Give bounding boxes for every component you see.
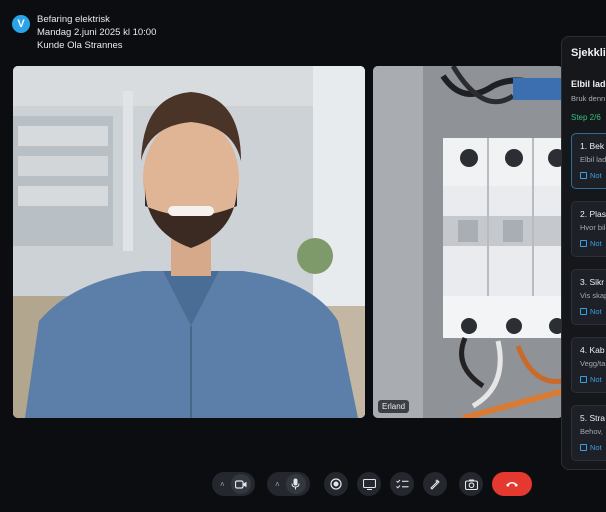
phone-hangup-icon: [506, 482, 518, 487]
note-label: Not: [590, 307, 602, 316]
note-icon: [580, 240, 587, 247]
app-logo: V: [12, 15, 30, 33]
checklist-item-desc: Vis skap: [580, 291, 606, 300]
meeting-datetime: Mandag 2.juni 2025 kl 10:00: [37, 27, 157, 38]
checklist-section-desc: Bruk denn: [571, 94, 606, 103]
screen-share-icon: [362, 478, 376, 490]
note-icon: [580, 308, 587, 315]
checklist-step-indicator: Step 2/6: [571, 113, 601, 122]
add-note-link[interactable]: Not: [580, 443, 606, 452]
record-button[interactable]: [324, 472, 348, 496]
meeting-header: V Befaring elektrisk Mandag 2.juni 2025 …: [12, 14, 156, 51]
checklist-item-desc: Vegg/ta: [580, 359, 606, 368]
add-note-link[interactable]: Not: [580, 307, 606, 316]
checklist-item[interactable]: 4. Kab Vegg/ta Not: [571, 337, 606, 393]
checklist-button[interactable]: [390, 472, 414, 496]
annotate-button[interactable]: [423, 472, 447, 496]
checklist-item-title: 3. Sikr: [580, 277, 605, 287]
snapshot-icon: [464, 479, 478, 490]
video-tile-customer[interactable]: [13, 66, 365, 418]
checklist-item-title: 2. Plas: [580, 209, 606, 219]
participant-video: [373, 66, 563, 418]
participant-name-tag: Erland: [378, 400, 410, 413]
note-label: Not: [590, 239, 602, 248]
checklist-item-desc: Elbil lad: [580, 155, 606, 164]
checklist-item-title: 5. Stra: [580, 413, 606, 423]
microphone-options-chevron-icon[interactable]: ˄: [275, 480, 280, 489]
checklist-item[interactable]: 5. Stra Behov, Not: [571, 405, 606, 461]
note-label: Not: [590, 171, 602, 180]
add-note-link[interactable]: Not: [580, 375, 606, 384]
annotate-icon: [430, 479, 440, 490]
checklist-item[interactable]: 3. Sikr Vis skap Not: [571, 269, 606, 325]
participant-video: [13, 66, 365, 418]
meeting-info: Befaring elektrisk Mandag 2.juni 2025 kl…: [37, 14, 156, 51]
camera-options-chevron-icon[interactable]: ˄: [220, 480, 225, 489]
checklist-title: Sjekklis: [571, 47, 606, 59]
note-icon: [580, 376, 587, 383]
microphone-toggle-button[interactable]: [285, 474, 306, 494]
camera-toggle-button[interactable]: [230, 474, 251, 494]
microphone-control: ˄: [267, 472, 310, 496]
note-icon: [580, 444, 587, 451]
note-label: Not: [590, 443, 602, 452]
meeting-title: Befaring elektrisk: [37, 14, 110, 25]
checklist-item[interactable]: 2. Plas Hvor bil Not: [571, 201, 606, 257]
add-note-link[interactable]: Not: [580, 239, 606, 248]
checklist-item[interactable]: 1. Bek Elbil lad Not: [571, 133, 606, 189]
screen-share-button[interactable]: [357, 472, 381, 496]
checklist-item-desc: Hvor bil: [580, 223, 606, 232]
checklist-item-title: 1. Bek: [580, 141, 605, 151]
snapshot-button[interactable]: [459, 472, 483, 496]
checklist-item-desc: Behov,: [580, 427, 603, 436]
checklist-icon: [395, 479, 408, 489]
camera-icon: [234, 479, 247, 489]
checklist-item-title: 4. Kab: [580, 345, 605, 355]
end-call-button[interactable]: [492, 472, 532, 496]
microphone-icon: [291, 478, 300, 490]
checklist-panel: Sjekklis Elbil lade Bruk denn Step 2/6 1…: [561, 36, 606, 470]
note-label: Not: [590, 375, 602, 384]
video-tile-panel[interactable]: Erland: [373, 66, 563, 418]
meeting-customer: Kunde Ola Strannes: [37, 40, 123, 51]
note-icon: [580, 172, 587, 179]
checklist-section-title: Elbil lade: [571, 79, 606, 89]
add-note-link[interactable]: Not: [580, 171, 606, 180]
call-controls: ˄ ˄: [0, 472, 606, 496]
camera-control: ˄: [212, 472, 255, 496]
record-icon: [330, 478, 342, 490]
